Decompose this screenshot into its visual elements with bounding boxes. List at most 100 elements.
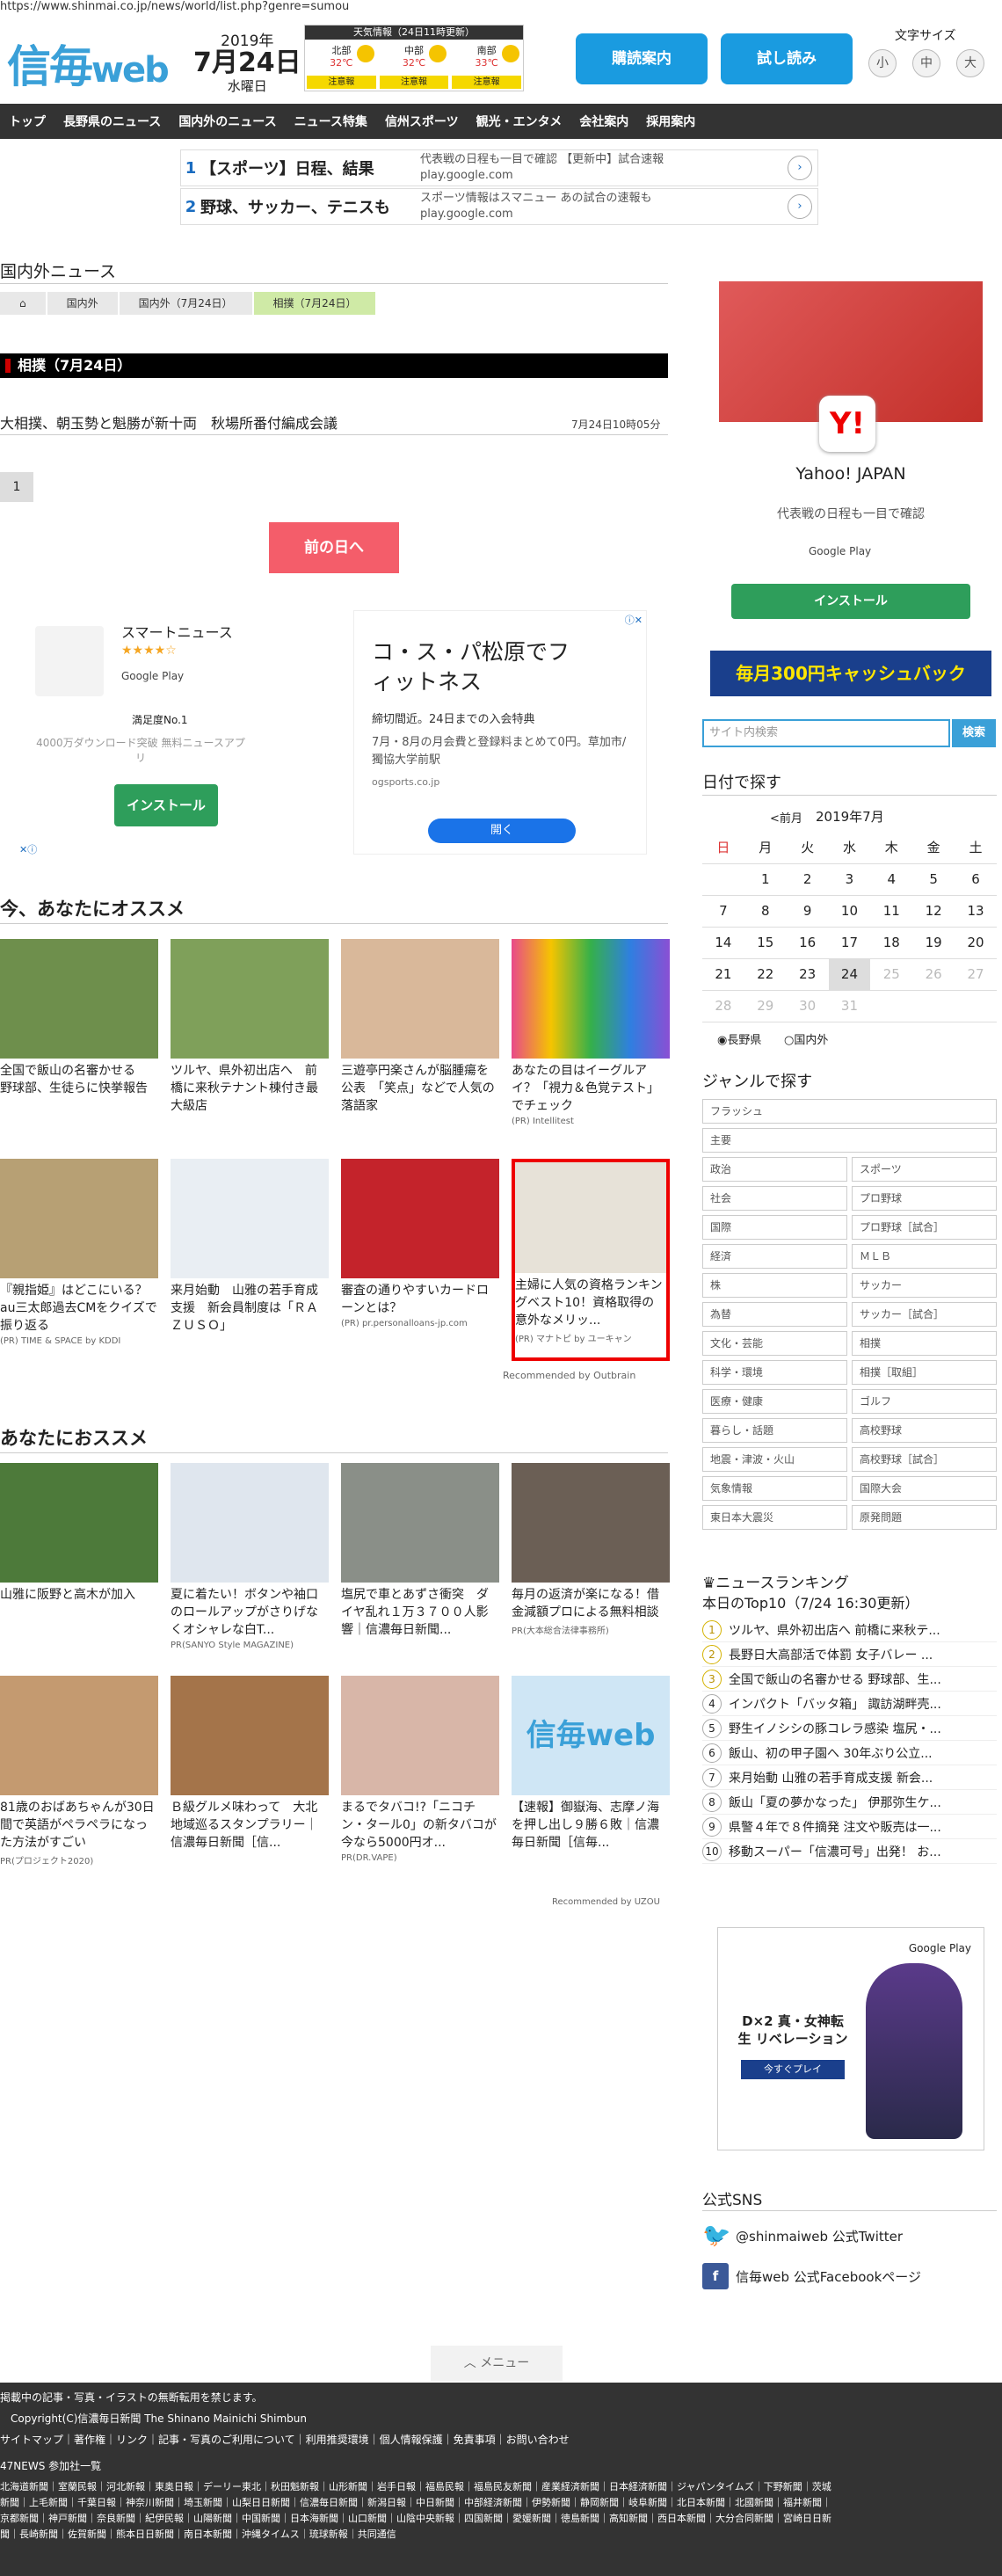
- nav-company[interactable]: 会社案内: [570, 113, 637, 130]
- search-input[interactable]: サイト内検索: [702, 719, 950, 747]
- breadcrumb-item[interactable]: 国内外: [47, 292, 118, 315]
- calendar-day[interactable]: 13: [955, 895, 997, 928]
- calendar-day[interactable]: 14: [702, 927, 744, 959]
- calendar-day[interactable]: 5: [912, 863, 955, 896]
- ranking-item[interactable]: 7 来月始動 山雅の若手育成支援 新会...: [702, 1765, 997, 1790]
- nav-recruit[interactable]: 採用案内: [637, 113, 704, 130]
- breadcrumb-item[interactable]: 国内外（7月24日）: [119, 292, 252, 315]
- nav-sports[interactable]: 信州スポーツ: [376, 113, 468, 130]
- home-icon[interactable]: ⌂: [0, 292, 46, 315]
- for-you-card[interactable]: 山雅に阪野と高木が加入: [0, 1463, 158, 1604]
- genre-item[interactable]: 主要: [702, 1128, 997, 1153]
- reco-card[interactable]: 三遊亭円楽さんが脳腫瘍を公表 「笑点」などで人気の落語家: [341, 939, 499, 1115]
- calendar-day[interactable]: 4: [870, 863, 913, 896]
- calendar-day[interactable]: 15: [744, 927, 787, 959]
- genre-item[interactable]: 相撲: [852, 1331, 997, 1356]
- genre-item[interactable]: 文化・芸能: [702, 1331, 847, 1356]
- premium-banner[interactable]: 毎月300円キャッシュバック: [710, 651, 991, 696]
- gym-ad[interactable]: ⓘ✕ コ・ス・パ松原でフィットネス 締切間近。24日までの入会特典 7月・8月の…: [353, 610, 647, 855]
- game-play-button[interactable]: 今すぐプレイ: [741, 2060, 845, 2079]
- calendar-day[interactable]: 17: [828, 927, 871, 959]
- genre-item[interactable]: ＭＬＢ: [852, 1244, 997, 1269]
- calendar-day[interactable]: 20: [955, 927, 997, 959]
- genre-item[interactable]: 経済: [702, 1244, 847, 1269]
- genre-item[interactable]: 株: [702, 1273, 847, 1298]
- side-install-button[interactable]: インストール: [731, 584, 970, 619]
- ranking-item[interactable]: 10 移動スーパー「信濃可号」出発！ お...: [702, 1839, 997, 1864]
- for-you-card[interactable]: 塩尻で車とあずさ衝突 ダイヤ乱れ１万３７００人影響｜信濃毎日新聞...: [341, 1463, 499, 1639]
- genre-item[interactable]: 科学・環境: [702, 1360, 847, 1385]
- genre-item[interactable]: 地震・津波・火山: [702, 1447, 847, 1472]
- font-size-large-button[interactable]: 大: [956, 49, 984, 77]
- calendar-day[interactable]: 6: [955, 863, 997, 896]
- gym-open-button[interactable]: 開く: [428, 819, 576, 843]
- search-button[interactable]: 検索: [952, 719, 996, 747]
- facebook-link[interactable]: f 信毎web 公式Facebookページ: [702, 2263, 921, 2289]
- chevron-right-icon[interactable]: ›: [788, 194, 812, 219]
- menu-button[interactable]: ︿ メニュー: [431, 2346, 563, 2381]
- genre-item[interactable]: 為替: [702, 1302, 847, 1327]
- twitter-link[interactable]: 🐦 @shinmaiweb 公式Twitter: [702, 2223, 903, 2249]
- nav-entertainment[interactable]: 観光・エンタメ: [468, 113, 571, 130]
- trial-button[interactable]: 試し読み: [721, 33, 853, 84]
- for-you-card[interactable]: 81歳のおばあちゃんが30日間で英語がペラペラになった方法がすごい PR(プロジェ…: [0, 1676, 158, 1867]
- genre-item[interactable]: フラッシュ: [702, 1099, 997, 1124]
- genre-item[interactable]: 原発問題: [852, 1505, 997, 1530]
- genre-item[interactable]: 社会: [702, 1186, 847, 1211]
- ranking-item[interactable]: 9 県警４年で８件摘発 注文や販売は一...: [702, 1815, 997, 1839]
- ranking-item[interactable]: 4 インパクト「バッタ箱」 諏訪湖畔壳...: [702, 1692, 997, 1716]
- genre-item[interactable]: サッカー: [852, 1273, 997, 1298]
- genre-item[interactable]: スポーツ: [852, 1157, 997, 1182]
- genre-item[interactable]: 東日本大震災: [702, 1505, 847, 1530]
- genre-item[interactable]: 高校野球: [852, 1418, 997, 1443]
- ad-choices-icon[interactable]: ⓘ✕: [625, 613, 643, 627]
- font-size-small-button[interactable]: 小: [868, 49, 897, 77]
- calendar-day[interactable]: 1: [744, 863, 787, 896]
- calendar-prev-month[interactable]: <前月: [770, 809, 802, 826]
- reco-card[interactable]: あなたの目はイーグルアイ？「視力＆色覚テスト」でチェック (PR) Intelli…: [512, 939, 670, 1126]
- genre-item[interactable]: プロ野球［試合］: [852, 1215, 997, 1240]
- reco-card[interactable]: 来月始動 山雅の若手育成支援 新会員制度は「ＲＡＺＵＳＯ」: [171, 1159, 329, 1335]
- outbrain-credit[interactable]: Recommended by Outbrain: [503, 1370, 635, 1381]
- ranking-item[interactable]: 1 ツルヤ、県外初出店へ 前橋に来秋テ...: [702, 1618, 997, 1642]
- subscribe-button[interactable]: 購読案内: [576, 33, 708, 84]
- ranking-item[interactable]: 3 全国で飯山の名審かせる 野球部、生...: [702, 1667, 997, 1692]
- nav-world[interactable]: 国内外のニュース: [170, 113, 285, 130]
- ranking-item[interactable]: 2 長野日大高部活で体罰 女子バレー ...: [702, 1642, 997, 1667]
- calendar-day[interactable]: 22: [744, 958, 787, 991]
- calendar-day[interactable]: 12: [912, 895, 955, 928]
- calendar-day[interactable]: 8: [744, 895, 787, 928]
- footer-members[interactable]: 京都新聞｜神戸新聞｜奈良新聞｜紀伊民報｜山陽新聞｜中国新聞｜日本海新聞｜山口新聞…: [0, 2511, 1002, 2527]
- for-you-card[interactable]: 信毎web 【速報】御嶽海、志摩ノ海を押し出し９勝６敗｜信濃毎日新聞［信毎...: [512, 1676, 670, 1852]
- reco-card[interactable]: 『親指姫』はどこにいる？ au三太郎過去CMをクイズで振り返る (PR) TIME…: [0, 1159, 158, 1346]
- genre-item[interactable]: 医療・健康: [702, 1389, 847, 1414]
- genre-item[interactable]: 気象情報: [702, 1476, 847, 1501]
- genre-item[interactable]: 高校野球［試合］: [852, 1447, 997, 1472]
- nav-features[interactable]: ニュース特集: [286, 113, 376, 130]
- calendar-day[interactable]: 7: [702, 895, 744, 928]
- footer-links[interactable]: サイトマップ｜著作権｜リンク｜記事・写真のご利用について｜利用推奨環境｜個人情報…: [0, 2432, 1002, 2448]
- text-ad-row[interactable]: 2 野球、サッカー、テニスも スポーツ情報はスマニュー あの試合の速報も play…: [180, 188, 818, 225]
- footer-members[interactable]: 聞｜長崎新聞｜佐賀新聞｜熊本日日新聞｜南日本新聞｜沖縄タイムス｜琉球新報｜共同通…: [0, 2527, 1002, 2543]
- ad-choices-icon[interactable]: ✕ⓘ: [19, 842, 37, 856]
- game-ad[interactable]: Google Play D×2 真・女神転生 リベレーション 今すぐプレイ: [717, 1927, 984, 2150]
- calendar-day[interactable]: 3: [828, 863, 871, 896]
- text-ad-row[interactable]: 1 【スポーツ】日程、結果 代表戦の日程も一目で確認 【更新中】試合速報 play…: [180, 149, 818, 186]
- reco-card[interactable]: 全国で飯山の名審かせる 野球部、生徒らに快挙報告: [0, 939, 158, 1097]
- ranking-item[interactable]: 5 野生イノシシの豚コレラ感染 塩尻・...: [702, 1716, 997, 1741]
- radio-nagano[interactable]: ◉長野県: [717, 1030, 761, 1047]
- reco-card[interactable]: ツルヤ、県外初出店へ 前橋に来秋テナント棟付き最大級店: [171, 939, 329, 1115]
- ranking-item[interactable]: 8 飯山「夏の夢かなった」 伊那弥生ケ...: [702, 1790, 997, 1815]
- weather-box[interactable]: 天気情報（24日11時更新） 北部 32℃ 注意報 中部 32℃ 注意報 南部 33℃ 注意…: [304, 25, 524, 91]
- calendar-day[interactable]: 9: [786, 895, 829, 928]
- genre-item[interactable]: 暮らし・話題: [702, 1418, 847, 1443]
- footer-members[interactable]: 新聞｜上毛新聞｜千葉日報｜神奈川新聞｜埼玉新聞｜山梨日日新聞｜信濃毎日新聞｜新潟…: [0, 2495, 1002, 2511]
- calendar-day[interactable]: 11: [870, 895, 913, 928]
- reco-card[interactable]: 審査の通りやすいカードローンとは？ (PR) pr.personalloans-j…: [341, 1159, 499, 1328]
- genre-item[interactable]: 国際: [702, 1215, 847, 1240]
- calendar-day[interactable]: 10: [828, 895, 871, 928]
- uzou-credit[interactable]: Recommended by UZOU: [552, 1897, 660, 1907]
- genre-item[interactable]: ゴルフ: [852, 1389, 997, 1414]
- app-install-button[interactable]: インストール: [114, 784, 218, 826]
- article-link[interactable]: 大相撲、朝玉勢と魁勝が新十両 秋場所番付編成会議: [0, 411, 338, 433]
